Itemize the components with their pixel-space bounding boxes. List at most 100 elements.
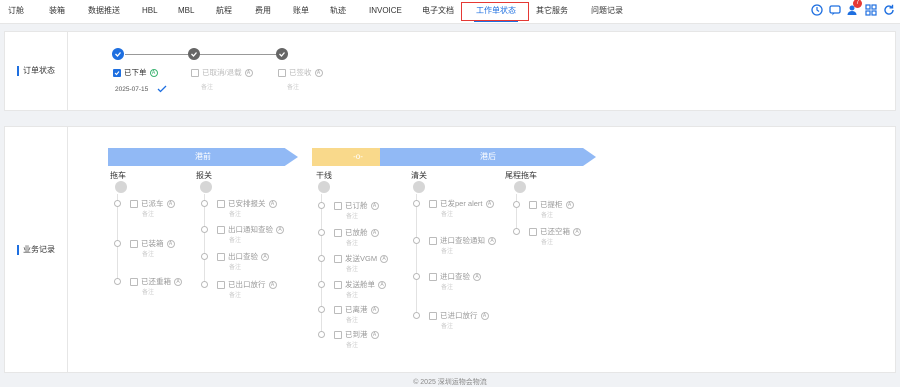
- checkbox-icon[interactable]: [130, 239, 138, 248]
- record-item[interactable]: 已出口放行 A: [217, 279, 277, 290]
- status-received[interactable]: 已签收 A: [278, 67, 323, 78]
- record-item[interactable]: 已订舱 A: [334, 200, 379, 211]
- record-item[interactable]: 已派车 A: [130, 198, 175, 209]
- checkbox-icon[interactable]: [429, 236, 437, 245]
- tab-12[interactable]: 其它服务: [536, 0, 568, 21]
- step-pending-icon: [188, 48, 200, 60]
- refresh-icon[interactable]: [882, 3, 896, 17]
- auto-icon: A: [268, 280, 277, 289]
- status-date: 2025-07-15: [115, 86, 149, 93]
- checkbox-icon[interactable]: [217, 252, 225, 261]
- remark-placeholder: 备注: [142, 212, 155, 218]
- record-item[interactable]: 出口通知查验 A: [217, 224, 284, 235]
- timeline-node: [413, 200, 420, 207]
- tab-13[interactable]: 问题记录: [591, 0, 623, 21]
- record-item[interactable]: 已提柜 A: [529, 199, 574, 210]
- checkbox-icon[interactable]: [529, 200, 537, 209]
- record-label: 发送舱单: [345, 280, 375, 289]
- tab-3[interactable]: HBL: [142, 0, 158, 21]
- checkbox-icon[interactable]: [429, 272, 437, 281]
- timeline-node: [513, 201, 520, 208]
- record-label: 已装箱: [141, 239, 164, 248]
- record-item[interactable]: 已还重箱 A: [130, 276, 182, 287]
- record-label: 已离港: [345, 305, 368, 314]
- tab-5[interactable]: 航程: [216, 0, 232, 21]
- record-item[interactable]: 进口查验 A: [429, 271, 481, 282]
- checkbox-icon[interactable]: [217, 199, 225, 208]
- tab-7[interactable]: 账单: [293, 0, 309, 21]
- tab-1[interactable]: 装箱: [49, 0, 65, 21]
- timeline-node: [318, 331, 325, 338]
- record-label: 已进口放行: [440, 311, 478, 320]
- record-label: 已发per alert: [440, 199, 483, 208]
- checkbox-icon[interactable]: [334, 254, 342, 263]
- remark-placeholder: 备注: [346, 293, 359, 299]
- record-item[interactable]: 进口查验通知 A: [429, 235, 496, 246]
- checkbox-icon[interactable]: [217, 280, 225, 289]
- record-label: 已还重箱: [141, 277, 171, 286]
- record-item[interactable]: 出口查验 A: [217, 251, 269, 262]
- timeline-node: [201, 281, 208, 288]
- remark-placeholder: 备注: [346, 267, 359, 273]
- order-status-panel: 订单状态 已下单 A 2025-07-15 已取消/退载 A 备注 已签收 A …: [4, 31, 896, 111]
- checkbox-icon[interactable]: [191, 68, 199, 77]
- status-ordered[interactable]: 已下单 A: [113, 67, 158, 78]
- tab-0[interactable]: 订舱: [8, 0, 24, 21]
- checkbox-icon[interactable]: [429, 311, 437, 320]
- checkbox-icon[interactable]: [130, 199, 138, 208]
- checkbox-icon[interactable]: [334, 305, 342, 314]
- remark-placeholder: 备注: [201, 85, 214, 91]
- history-icon[interactable]: [810, 3, 824, 17]
- timeline-node: [318, 202, 325, 209]
- status-cancelled[interactable]: 已取消/退载 A: [191, 67, 253, 78]
- record-item[interactable]: 已进口放行 A: [429, 310, 489, 321]
- record-item[interactable]: 已装箱 A: [130, 238, 175, 249]
- record-item[interactable]: 已还空箱 A: [529, 226, 581, 237]
- remark-placeholder: 备注: [441, 324, 454, 330]
- timeline-node: [318, 255, 325, 262]
- record-item[interactable]: 已安排报关 A: [217, 198, 277, 209]
- record-item[interactable]: 已离港 A: [334, 304, 379, 315]
- checkbox-icon[interactable]: [217, 225, 225, 234]
- timeline-node: [114, 278, 121, 285]
- auto-icon: A: [268, 199, 277, 208]
- record-item[interactable]: 已发per alert A: [429, 198, 494, 209]
- auto-icon: A: [378, 280, 386, 289]
- remark-placeholder: 备注: [142, 252, 155, 258]
- record-label: 已安排报关: [228, 199, 266, 208]
- record-item[interactable]: 已放舱 A: [334, 227, 379, 238]
- section-title: 订单状态: [17, 66, 55, 76]
- checkbox-icon[interactable]: [130, 277, 138, 286]
- record-label: 已出口放行: [228, 280, 266, 289]
- checkbox-icon[interactable]: [278, 68, 286, 77]
- tab-10[interactable]: 电子文档: [422, 0, 454, 21]
- tab-8[interactable]: 轨迹: [330, 0, 346, 21]
- auto-icon: A: [573, 227, 581, 236]
- checkbox-icon[interactable]: [334, 330, 342, 339]
- tab-2[interactable]: 数据推送: [88, 0, 120, 21]
- checkbox-icon[interactable]: [334, 228, 342, 237]
- record-label: 已派车: [141, 199, 164, 208]
- checkbox-icon[interactable]: [429, 199, 437, 208]
- tab-9[interactable]: INVOICE: [369, 0, 402, 21]
- record-label: 已提柜: [540, 200, 563, 209]
- user-group-icon[interactable]: 7: [846, 0, 862, 17]
- remark-placeholder: 备注: [541, 213, 554, 219]
- grid-icon[interactable]: [864, 3, 878, 17]
- tab-6[interactable]: 费用: [255, 0, 271, 21]
- column-header: 拖车: [110, 171, 126, 180]
- record-item[interactable]: 已到港 A: [334, 329, 379, 340]
- record-item[interactable]: 发送VGM A: [334, 253, 389, 264]
- remark-placeholder: 备注: [229, 212, 242, 218]
- checkbox-checked-icon[interactable]: [113, 68, 121, 77]
- timeline-line: [321, 194, 322, 334]
- message-icon[interactable]: [828, 3, 842, 17]
- tab-4[interactable]: MBL: [178, 0, 194, 21]
- record-item[interactable]: 发送舱单 A: [334, 279, 386, 290]
- checkbox-icon[interactable]: [334, 201, 342, 210]
- record-label: 已订舱: [345, 201, 368, 210]
- checkbox-icon[interactable]: [334, 280, 342, 289]
- checkbox-icon[interactable]: [529, 227, 537, 236]
- remark-placeholder: 备注: [287, 85, 300, 91]
- auto-icon: A: [485, 199, 494, 208]
